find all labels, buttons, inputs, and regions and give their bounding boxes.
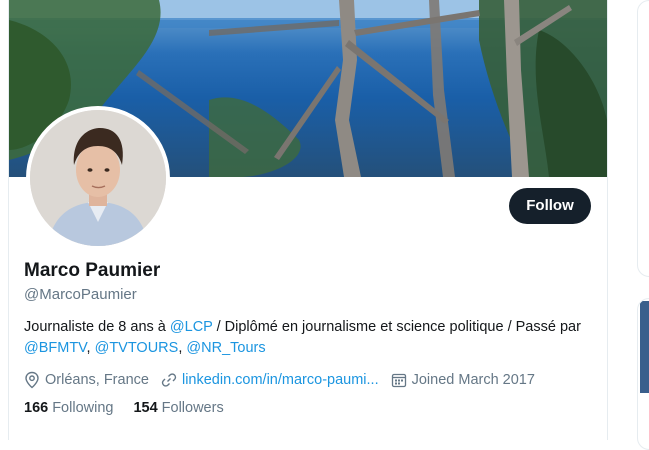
calendar-icon	[391, 373, 406, 388]
mention-tvtours[interactable]: @TVTOURS	[95, 340, 179, 356]
avatar-image	[30, 110, 166, 246]
followers-count: 154	[133, 400, 158, 416]
following-count: 166	[24, 400, 49, 416]
profile-meta: Orléans, France linkedin.com/in/marco-pa…	[24, 369, 547, 391]
sidebar-card	[637, 0, 649, 277]
profile-stats: 166 Following 154 Followers	[24, 400, 244, 416]
mention-bfmtv[interactable]: @BFMTV	[24, 340, 87, 356]
joined-text: Joined March 2017	[411, 372, 535, 388]
profile-name: Marco Paumier	[24, 260, 161, 281]
sidebar-card-media	[637, 298, 649, 450]
followers-stat[interactable]: 154 Followers	[133, 400, 223, 416]
following-stat[interactable]: 166 Following	[24, 400, 113, 416]
mention-lcp[interactable]: @LCP	[170, 319, 213, 335]
link-icon	[161, 373, 177, 387]
profile-card: Follow Marco Paumier @MarcoPaumier Journ…	[8, 0, 608, 440]
profile-bio: Journaliste de 8 ans à @LCP / Diplômé en…	[24, 317, 584, 359]
sidebar-thumbnail[interactable]	[640, 301, 649, 393]
profile-avatar[interactable]	[26, 106, 170, 250]
location-text: Orléans, France	[45, 372, 149, 388]
follow-button[interactable]: Follow	[509, 188, 591, 224]
profile-location: Orléans, France	[24, 371, 149, 389]
website-link[interactable]: linkedin.com/in/marco-paumi...	[182, 372, 379, 388]
profile-website[interactable]: linkedin.com/in/marco-paumi...	[161, 372, 379, 388]
following-label: Following	[52, 400, 114, 416]
profile-joined: Joined March 2017	[391, 372, 535, 388]
followers-label: Followers	[161, 400, 224, 416]
bio-text: Journaliste de 8 ans à	[24, 319, 170, 335]
profile-handle: @MarcoPaumier	[24, 286, 137, 303]
location-pin-icon	[25, 371, 39, 389]
mention-nr-tours[interactable]: @NR_Tours	[186, 340, 265, 356]
bio-text: / Diplômé en journalisme et science poli…	[212, 319, 581, 335]
bio-text: ,	[86, 340, 95, 356]
